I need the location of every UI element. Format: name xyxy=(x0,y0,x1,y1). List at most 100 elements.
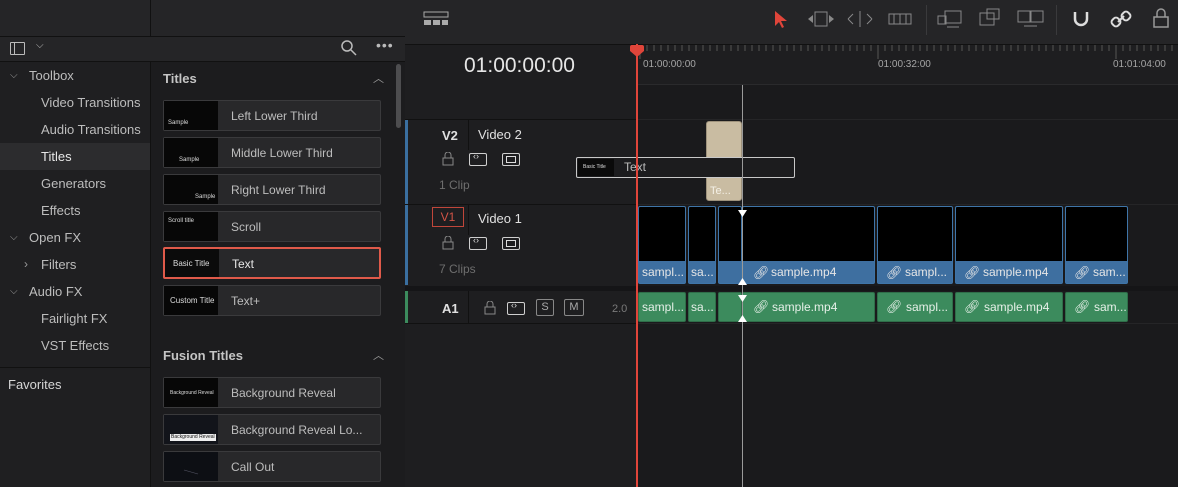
title-thumbnail: Sample xyxy=(164,101,218,130)
track-name-v1[interactable]: Video 1 xyxy=(478,211,522,226)
video-clip[interactable]: sample.mp4 🔗︎ xyxy=(955,206,1063,284)
timeline-ruler[interactable]: 01:00:00:00 01:00:32:00 01:01:04:00 xyxy=(638,45,1178,85)
playhead-handle[interactable] xyxy=(629,44,645,61)
title-item-label: Text+ xyxy=(231,294,261,308)
video-clip[interactable]: sampl... xyxy=(638,206,686,284)
title-item-text[interactable]: Basic Title Text xyxy=(163,247,381,279)
video-clip[interactable]: sample.mp4 🔗︎ xyxy=(742,206,875,284)
auto-select-icon[interactable]: ‹› xyxy=(507,300,525,315)
audio-clip[interactable]: 🔗︎ sampl... xyxy=(877,292,953,322)
replace-clip-icon[interactable] xyxy=(1015,7,1047,32)
edit-point-marker xyxy=(737,311,748,326)
ruler-label: 01:00:00:00 xyxy=(643,59,696,70)
sidebar-item-titles[interactable]: Titles xyxy=(0,143,150,170)
search-icon[interactable] xyxy=(340,39,358,60)
more-options-icon[interactable]: ••• xyxy=(376,37,394,53)
title-item-left-lower-third[interactable]: Sample Left Lower Third xyxy=(163,100,381,131)
title-thumbnail: Background Reveal xyxy=(164,378,218,407)
chevron-down-icon[interactable]: ⌵ xyxy=(36,40,44,51)
blade-tool-icon[interactable] xyxy=(887,10,913,31)
lock-icon[interactable] xyxy=(442,151,454,169)
collapse-icon[interactable]: ︿ xyxy=(373,347,384,363)
audio-clip[interactable]: 🔗︎ sample.mp4 xyxy=(955,292,1063,322)
track-name-v2[interactable]: Video 2 xyxy=(478,127,522,142)
title-item-call-out[interactable]: Call Out xyxy=(163,451,381,482)
title-item-right-lower-third[interactable]: Sample Right Lower Third xyxy=(163,174,381,205)
divider xyxy=(638,204,1178,205)
position-lock-icon[interactable] xyxy=(1151,8,1171,33)
title-item-background-reveal-lower[interactable]: Background Reveal Background Reveal Lo..… xyxy=(163,414,381,445)
track-enable-icon[interactable] xyxy=(502,237,520,250)
title-item-middle-lower-third[interactable]: Sample Middle Lower Third xyxy=(163,137,381,168)
playhead[interactable] xyxy=(636,44,638,487)
title-item-label: Background Reveal Lo... xyxy=(231,423,363,437)
sidebar-item-label: Titles xyxy=(41,149,72,164)
sidebar-item-effects[interactable]: Effects xyxy=(0,197,150,224)
sidebar-item-label: Fairlight FX xyxy=(41,311,108,326)
title-item-text-plus[interactable]: Custom Title Text+ xyxy=(163,285,381,316)
panel-divider xyxy=(150,0,151,37)
sidebar-item-video-transitions[interactable]: Video Transitions xyxy=(0,89,150,116)
sidebar-item-filters[interactable]: › Filters xyxy=(0,251,150,278)
audio-clip[interactable]: 🔗︎ sample.mp4 xyxy=(742,292,875,322)
chevron-right-icon: › xyxy=(24,257,28,271)
title-item-background-reveal[interactable]: Background Reveal Background Reveal xyxy=(163,377,381,408)
dynamic-trim-icon[interactable] xyxy=(846,9,874,32)
track-color-bar xyxy=(405,120,408,204)
sidebar-item-toolbox[interactable]: ⌵ Toolbox xyxy=(0,62,150,89)
audio-level: 2.0 xyxy=(612,303,628,315)
video-clip[interactable]: sam... 🔗︎ xyxy=(1065,206,1128,284)
sidebar-item-vst-effects[interactable]: VST Effects xyxy=(0,332,150,359)
overwrite-clip-icon[interactable] xyxy=(977,7,1003,32)
sidebar-item-label: Filters xyxy=(41,257,77,272)
trim-tool-icon[interactable] xyxy=(806,9,836,32)
timecode-display[interactable]: 01:00:00:00 xyxy=(464,54,575,78)
scrollbar[interactable] xyxy=(396,64,401,128)
sidebar-item-fairlight-fx[interactable]: Fairlight FX xyxy=(0,305,150,332)
sidebar-item-generators[interactable]: Generators xyxy=(0,170,150,197)
chevron-down-icon: ⌵ xyxy=(10,286,18,297)
chevron-down-icon: ⌵ xyxy=(10,232,18,243)
timeline-view-icon[interactable] xyxy=(423,11,449,30)
sidebar-item-audio-transitions[interactable]: Audio Transitions xyxy=(0,116,150,143)
sidebar-item-favorites[interactable]: Favorites xyxy=(0,371,150,398)
panel-toggle-icon[interactable] xyxy=(10,42,25,55)
selection-tool-icon[interactable] xyxy=(773,9,789,32)
lock-icon[interactable] xyxy=(442,235,454,253)
video-clip[interactable]: sa... xyxy=(688,206,716,284)
track-enable-icon[interactable] xyxy=(502,153,520,166)
title-item-label: Left Lower Third xyxy=(231,109,318,123)
audio-clip[interactable]: 🔗︎ sam... xyxy=(1065,292,1128,322)
snapping-icon[interactable] xyxy=(1070,8,1092,33)
link-icon: 🔗︎ xyxy=(886,299,903,314)
link-icon: 🔗︎ xyxy=(753,299,770,314)
title-item-scroll[interactable]: Scroll title Scroll xyxy=(163,211,381,242)
title-thumbnail: Scroll title xyxy=(164,212,218,241)
insert-clip-icon[interactable] xyxy=(935,8,965,33)
track-id-v1[interactable]: V1 xyxy=(432,207,464,227)
divider xyxy=(405,286,638,291)
timeline-toolbar xyxy=(405,0,1178,45)
sidebar-item-open-fx[interactable]: ⌵ Open FX xyxy=(0,224,150,251)
auto-select-icon[interactable]: ‹› xyxy=(469,235,487,250)
collapse-icon[interactable]: ︿ xyxy=(373,70,384,86)
title-thumbnail: Sample xyxy=(164,138,218,167)
audio-clip[interactable]: sampl... xyxy=(638,292,686,322)
divider xyxy=(405,204,638,205)
mute-button[interactable]: M xyxy=(564,299,584,316)
link-icon: 🔗︎ xyxy=(753,265,770,280)
section-title-fusion-titles: Fusion Titles xyxy=(163,348,243,363)
auto-select-icon[interactable]: ‹› xyxy=(469,151,487,166)
chevron-down-icon: ⌵ xyxy=(10,70,18,81)
linked-selection-icon[interactable] xyxy=(1110,8,1132,33)
solo-button[interactable]: S xyxy=(536,299,554,316)
section-title-titles: Titles xyxy=(163,71,197,86)
lock-icon[interactable] xyxy=(484,300,496,318)
timecode-area: 01:00:00:00 xyxy=(405,45,638,85)
video-clip[interactable]: sampl... 🔗︎ xyxy=(877,206,953,284)
sidebar-item-audio-fx[interactable]: ⌵ Audio FX xyxy=(0,278,150,305)
audio-clip[interactable]: sa... xyxy=(688,292,716,322)
divider xyxy=(0,367,150,368)
sidebar-item-label: VST Effects xyxy=(41,338,110,353)
library-toolbar: ⌵ ••• xyxy=(0,37,405,62)
